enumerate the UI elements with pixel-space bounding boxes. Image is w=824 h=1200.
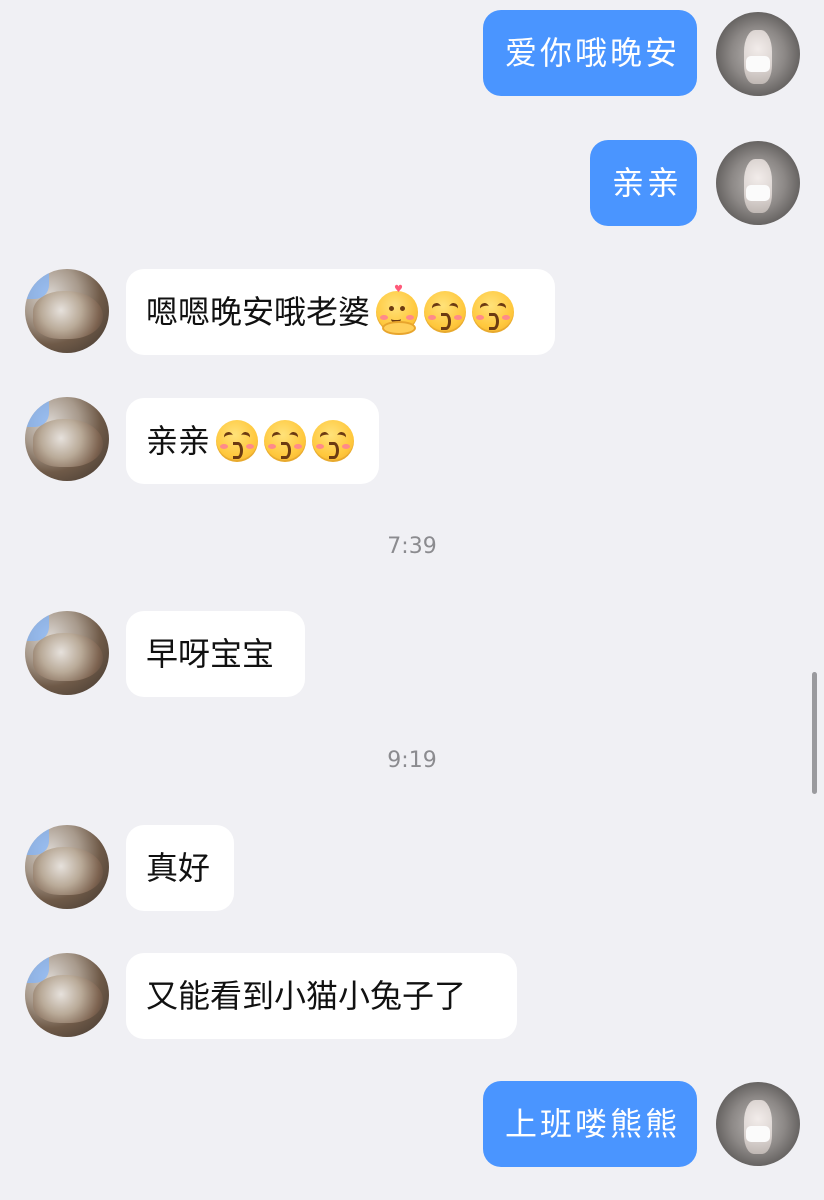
chat-view: 爱你哦晚安 亲亲 嗯嗯晚安哦老婆 ♥ 亲亲 7:39 早呀宝宝 9:19 真好 … bbox=[0, 0, 824, 1200]
message-text: 上班喽熊熊 bbox=[505, 1105, 681, 1143]
my-avatar[interactable] bbox=[716, 141, 800, 225]
my-avatar[interactable] bbox=[716, 12, 800, 96]
kiss-emoji-icon bbox=[424, 291, 467, 333]
message-text: 真好 bbox=[146, 849, 211, 887]
contact-avatar[interactable] bbox=[25, 397, 109, 481]
contact-avatar[interactable] bbox=[25, 269, 109, 353]
contact-avatar[interactable] bbox=[25, 953, 109, 1037]
contact-message-bubble[interactable]: 早呀宝宝 bbox=[126, 611, 305, 697]
contact-message-bubble[interactable]: 嗯嗯晚安哦老婆 ♥ bbox=[126, 269, 555, 355]
message-text: 爱你哦晚安 bbox=[505, 34, 681, 72]
message-text: 亲亲 bbox=[146, 422, 211, 460]
contact-message-bubble[interactable]: 亲亲 bbox=[126, 398, 379, 484]
kiss-emoji-icon bbox=[312, 420, 355, 462]
contact-message-bubble[interactable]: 真好 bbox=[126, 825, 234, 911]
my-message-bubble[interactable]: 亲亲 bbox=[590, 140, 697, 226]
scrollbar-thumb[interactable] bbox=[812, 672, 817, 794]
kiss-emoji-icon bbox=[216, 420, 259, 462]
my-avatar[interactable] bbox=[716, 1082, 800, 1166]
contact-avatar[interactable] bbox=[25, 611, 109, 695]
message-text: 嗯嗯晚安哦老婆 bbox=[146, 293, 371, 331]
shy-hug-emoji-icon: ♥ bbox=[376, 285, 419, 335]
contact-message-bubble[interactable]: 又能看到小猫小兔子了 bbox=[126, 953, 517, 1039]
my-message-bubble[interactable]: 爱你哦晚安 bbox=[483, 10, 697, 96]
my-message-bubble[interactable]: 上班喽熊熊 bbox=[483, 1081, 697, 1167]
message-text: 亲亲 bbox=[612, 164, 683, 202]
kiss-emoji-icon bbox=[472, 291, 515, 333]
timestamp: 7:39 bbox=[387, 534, 437, 559]
message-text: 又能看到小猫小兔子了 bbox=[146, 977, 467, 1015]
message-text: 早呀宝宝 bbox=[146, 635, 275, 673]
timestamp: 9:19 bbox=[387, 748, 437, 773]
contact-avatar[interactable] bbox=[25, 825, 109, 909]
kiss-emoji-icon bbox=[264, 420, 307, 462]
